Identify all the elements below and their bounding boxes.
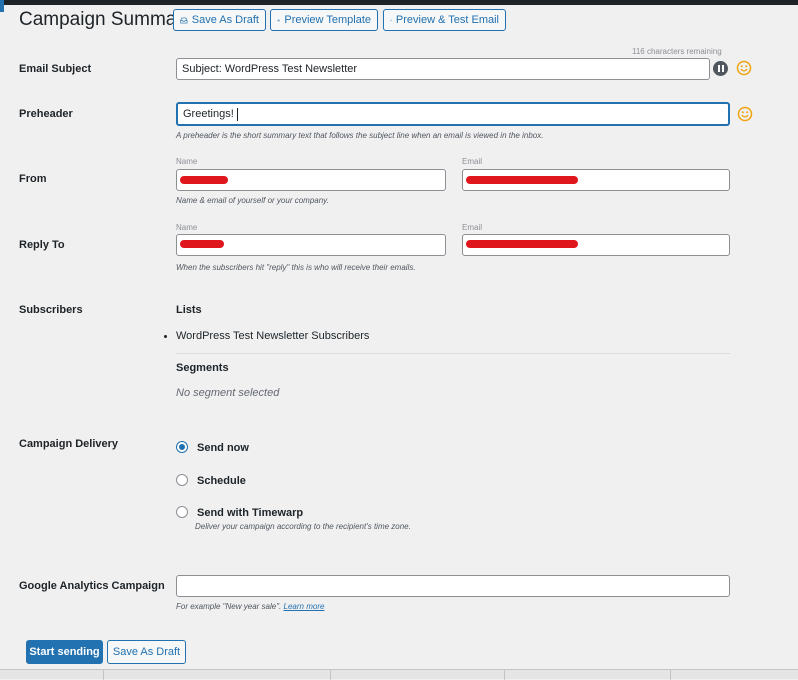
- analytics-campaign-input[interactable]: [176, 575, 730, 597]
- email-subject-label: Email Subject: [19, 63, 92, 75]
- redaction-mark: [180, 240, 224, 248]
- inbox-icon: [180, 17, 188, 23]
- from-help: Name & email of yourself or your company…: [176, 196, 329, 205]
- segments-empty-text: No segment selected: [176, 387, 280, 399]
- analytics-help: For example "New year sale". Learn more: [176, 602, 324, 611]
- bottom-bar: [0, 669, 798, 680]
- eye-icon: [277, 19, 281, 21]
- analytics-label: Google Analytics Campaign: [19, 580, 165, 592]
- admin-menu-edge: [0, 0, 4, 12]
- email-subject-input[interactable]: Subject: WordPress Test Newsletter: [176, 58, 710, 80]
- learn-more-link[interactable]: Learn more: [284, 602, 325, 611]
- timewarp-help: Deliver your campaign according to the r…: [195, 522, 411, 531]
- segments-heading: Segments: [176, 362, 229, 374]
- timewarp-radio[interactable]: [176, 506, 188, 518]
- admin-top-bar: [0, 0, 798, 5]
- emoji-picker-icon[interactable]: [736, 60, 752, 76]
- preheader-label: Preheader: [19, 108, 73, 120]
- campaign-delivery-label: Campaign Delivery: [19, 438, 119, 450]
- preheader-input[interactable]: Greetings!: [176, 102, 730, 126]
- send-now-label[interactable]: Send now: [197, 442, 249, 454]
- preview-test-email-button[interactable]: Preview & Test Email: [383, 9, 506, 31]
- preheader-help: A preheader is the short summary text th…: [176, 131, 544, 140]
- section-divider: [176, 353, 730, 354]
- redaction-mark: [466, 176, 578, 184]
- emoji-picker-icon[interactable]: [737, 106, 753, 122]
- redaction-mark: [466, 240, 578, 248]
- from-label: From: [19, 173, 47, 185]
- save-draft-bottom-button[interactable]: Save As Draft: [107, 640, 186, 664]
- schedule-label[interactable]: Schedule: [197, 475, 246, 487]
- preheader-value: Greetings!: [183, 108, 234, 120]
- subject-char-counter: 116 characters remaining: [632, 47, 722, 56]
- pause-icon[interactable]: [713, 61, 728, 76]
- send-now-radio[interactable]: [176, 441, 188, 453]
- analytics-help-text: For example "New year sale".: [176, 602, 282, 611]
- reply-to-email-caption: Email: [462, 223, 483, 232]
- reply-to-help: When the subscribers hit "reply" this is…: [176, 263, 416, 272]
- page-title: Campaign Summary: [19, 9, 193, 30]
- start-sending-button[interactable]: Start sending: [26, 640, 103, 664]
- from-name-caption: Name: [176, 157, 198, 166]
- preview-test-email-label: Preview & Test Email: [395, 14, 499, 26]
- reply-to-label: Reply To: [19, 239, 65, 251]
- text-caret: [236, 107, 238, 121]
- redaction-mark: [180, 176, 228, 184]
- schedule-radio[interactable]: [176, 474, 188, 486]
- preview-template-button[interactable]: Preview Template: [270, 9, 378, 31]
- list-bullet: [164, 335, 167, 338]
- lists-heading: Lists: [176, 304, 202, 316]
- email-subject-value: Subject: WordPress Test Newsletter: [182, 63, 358, 75]
- save-draft-top-button[interactable]: Save As Draft: [173, 9, 266, 31]
- reply-to-name-caption: Name: [176, 223, 198, 232]
- list-item: WordPress Test Newsletter Subscribers: [176, 330, 370, 342]
- save-draft-top-label: Save As Draft: [191, 14, 259, 26]
- timewarp-label[interactable]: Send with Timewarp: [197, 507, 303, 519]
- from-email-caption: Email: [462, 157, 483, 166]
- paper-plane-icon: [390, 19, 392, 21]
- preview-template-label: Preview Template: [284, 14, 371, 26]
- subscribers-label: Subscribers: [19, 304, 83, 316]
